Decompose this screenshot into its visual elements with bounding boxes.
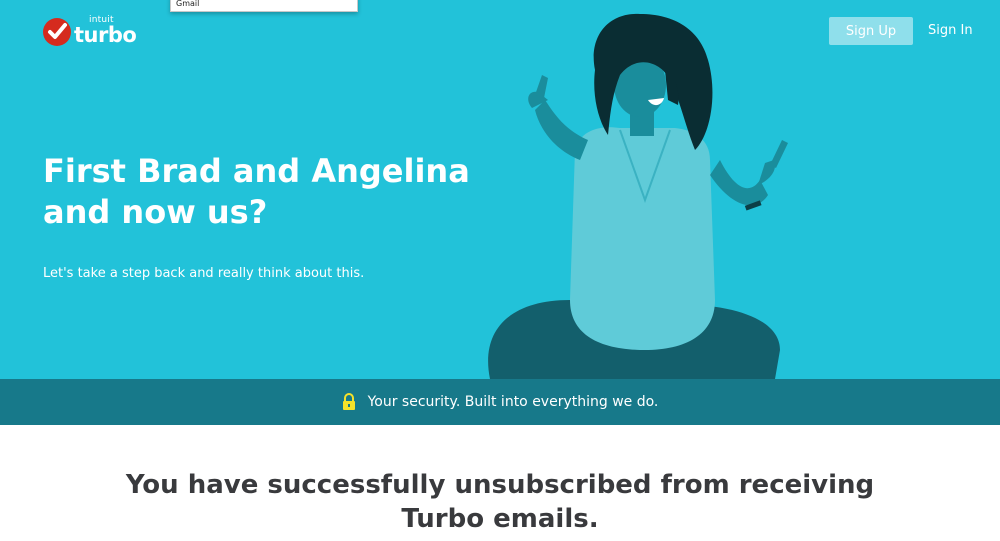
logo-product-text: turbo (74, 23, 137, 47)
checkmark-icon (43, 18, 71, 46)
security-text: Your security. Built into everything we … (367, 394, 659, 410)
lock-icon (342, 393, 355, 410)
hero-woman-image (488, 13, 788, 379)
sign-in-link[interactable]: Sign In (928, 17, 973, 45)
autocomplete-dropdown-item[interactable]: Gmail (170, 0, 358, 12)
hero-headline: First Brad and Angelina and now us? (43, 152, 470, 231)
sign-up-button[interactable]: Sign Up (829, 17, 913, 45)
hero-subhead: Let's take a step back and really think … (43, 266, 365, 281)
security-banner: Your security. Built into everything we … (0, 379, 1000, 425)
unsubscribe-confirmation: You have successfully unsubscribed from … (125, 470, 875, 534)
hero-section: intuit turbo Gmail Sign Up Sign In First… (0, 0, 1000, 379)
turbo-logo[interactable]: intuit turbo (43, 15, 143, 51)
